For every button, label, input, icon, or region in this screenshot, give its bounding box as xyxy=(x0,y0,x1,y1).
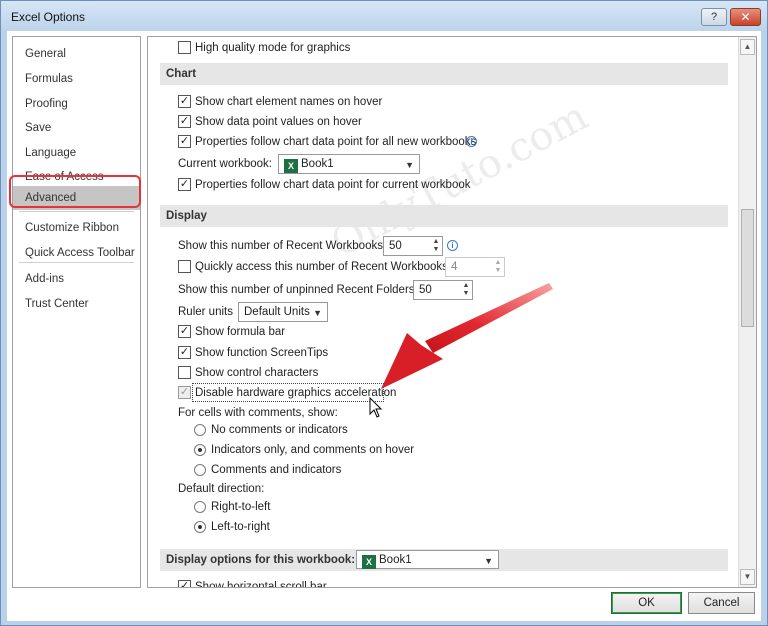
chevron-down-icon: ▼ xyxy=(484,556,493,566)
recent-workbooks-label: Show this number of Recent Workbooks: xyxy=(178,240,387,252)
checkbox-checked[interactable]: ✓ xyxy=(178,325,191,338)
checkbox-checked[interactable]: ✓ xyxy=(178,580,191,587)
nav-item-formulas[interactable]: Formulas xyxy=(13,67,140,91)
nav-divider xyxy=(19,262,134,263)
focus-rectangle xyxy=(192,383,384,402)
section-header-display: Display xyxy=(160,205,728,227)
radio-button-selected[interactable] xyxy=(194,521,206,533)
ruler-units-label: Ruler units xyxy=(178,306,233,318)
close-button[interactable]: ✕ xyxy=(730,8,761,26)
excel-icon: X xyxy=(362,555,376,569)
radio-button[interactable] xyxy=(194,464,206,476)
radio-button[interactable] xyxy=(194,424,206,436)
scrollbar-thumb[interactable] xyxy=(741,209,754,327)
checkbox-checked[interactable]: ✓ xyxy=(178,135,191,148)
chevron-down-icon: ▼ xyxy=(313,308,322,318)
excel-icon: X xyxy=(284,159,298,173)
nav-item-add-ins[interactable]: Add-ins xyxy=(13,267,140,291)
nav-item-general[interactable]: General xyxy=(13,42,140,66)
nav-item-customize-ribbon[interactable]: Customize Ribbon xyxy=(13,216,140,240)
excel-options-dialog: Excel Options ? ✕ General Formulas Proof… xyxy=(0,0,768,626)
spinner-arrows-icon[interactable]: ▲ ▼ xyxy=(431,238,441,254)
info-icon[interactable]: i xyxy=(447,240,458,251)
checkbox-checked[interactable]: ✓ xyxy=(178,95,191,108)
window-title: Excel Options xyxy=(11,10,86,24)
checkbox-high-quality[interactable] xyxy=(178,41,191,54)
nav-item-save[interactable]: Save xyxy=(13,116,140,140)
checkbox-checked[interactable]: ✓ xyxy=(178,178,191,191)
quick-access-spinner: 4 ▲ ▼ xyxy=(445,257,505,277)
chevron-down-icon: ▼ xyxy=(405,160,414,170)
section-header-chart: Chart xyxy=(160,63,728,85)
advanced-highlight-annotation xyxy=(9,175,141,208)
title-bar: Excel Options ? ✕ xyxy=(1,1,767,31)
checkbox-checked[interactable]: ✓ xyxy=(178,346,191,359)
scroll-up-icon[interactable]: ▲ xyxy=(740,39,755,55)
spinner-arrows-icon: ▲ ▼ xyxy=(494,259,502,274)
checkbox-checked[interactable]: ✓ xyxy=(178,386,191,399)
help-button[interactable]: ? xyxy=(701,8,727,26)
checkbox-checked[interactable]: ✓ xyxy=(178,115,191,128)
radio-button-selected[interactable] xyxy=(194,444,206,456)
checkbox-quick-access[interactable] xyxy=(178,260,191,273)
info-icon[interactable]: i xyxy=(466,136,477,147)
nav-divider xyxy=(19,211,134,212)
current-workbook-label: Current workbook: xyxy=(178,158,272,170)
nav-item-proofing[interactable]: Proofing xyxy=(13,92,140,116)
current-workbook-select[interactable]: X Book1 ▼ xyxy=(278,154,420,174)
red-arrow-annotation xyxy=(381,283,553,389)
ok-button[interactable]: OK xyxy=(611,592,682,614)
nav-item-language[interactable]: Language xyxy=(13,141,140,165)
recent-workbooks-spinner[interactable]: 50 ▲ ▼ xyxy=(383,236,443,256)
cancel-button[interactable]: Cancel xyxy=(688,592,755,614)
checkbox-control-chars[interactable] xyxy=(178,366,191,379)
workbook-display-select[interactable]: X Book1 ▼ xyxy=(356,550,499,569)
ruler-units-select[interactable]: Default Units ▼ xyxy=(238,302,328,322)
nav-item-trust-center[interactable]: Trust Center xyxy=(13,292,140,316)
vertical-scrollbar[interactable]: ▲ ▼ xyxy=(738,37,756,587)
comments-group-label: For cells with comments, show: xyxy=(178,407,338,419)
category-nav: General Formulas Proofing Save Language … xyxy=(12,36,141,588)
direction-group-label: Default direction: xyxy=(178,483,265,495)
radio-button[interactable] xyxy=(194,501,206,513)
mouse-cursor-icon xyxy=(369,397,383,418)
scroll-down-icon[interactable]: ▼ xyxy=(740,569,755,585)
